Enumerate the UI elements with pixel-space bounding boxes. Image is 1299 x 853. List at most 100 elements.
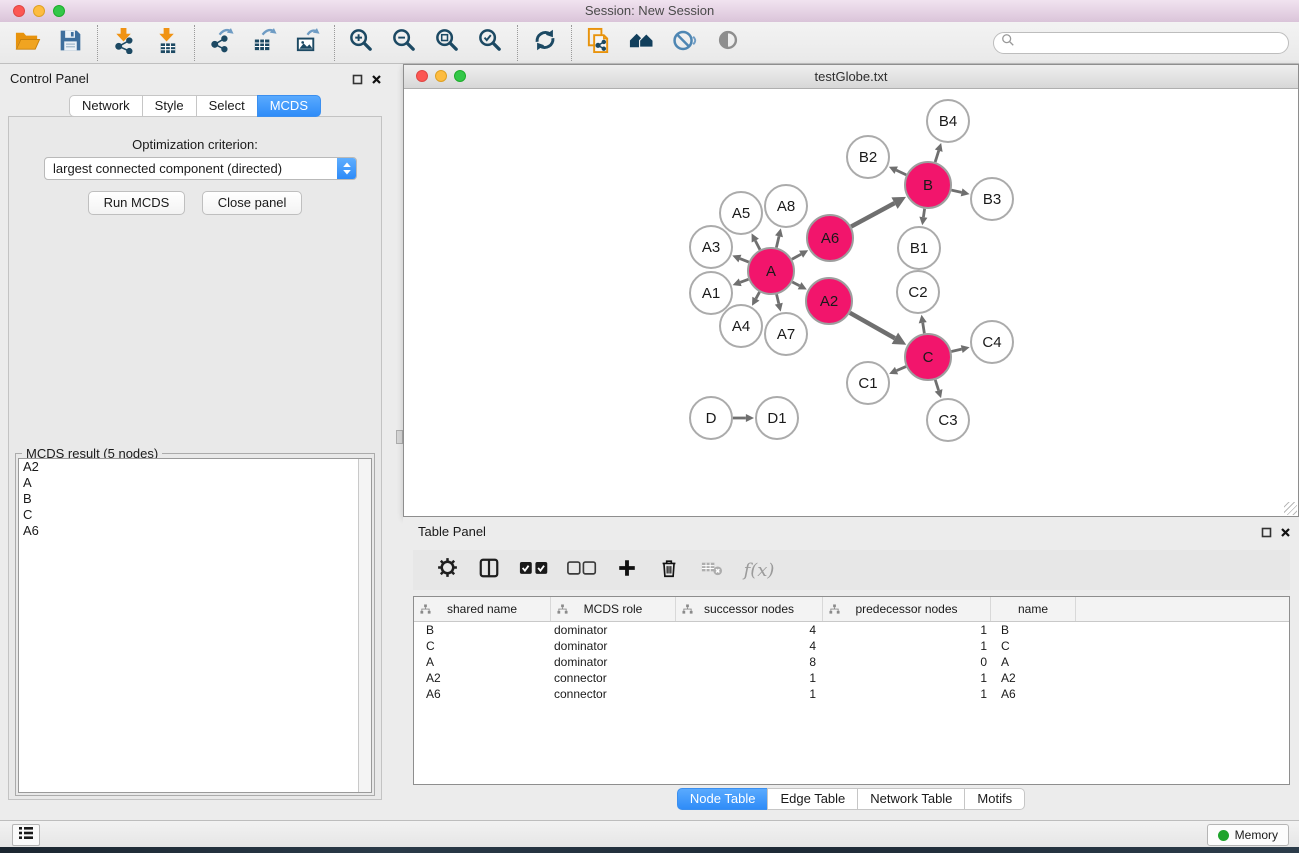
select-all-button[interactable] [517,555,551,585]
graph-node-B2[interactable]: B2 [847,136,889,178]
hide-selected-button[interactable] [663,25,706,61]
zoom-out-button[interactable] [383,25,426,61]
import-network-button[interactable] [103,25,146,61]
export-image-button[interactable] [286,25,329,61]
tab-style[interactable]: Style [142,95,197,117]
column-header-successor-nodes[interactable]: successor nodes [676,597,823,621]
export-network-button[interactable] [200,25,243,61]
graph-node-C4[interactable]: C4 [971,321,1013,363]
column-visibility-button[interactable] [475,555,503,585]
graph-edge[interactable] [919,209,927,225]
add-column-button[interactable] [613,555,641,585]
graph-node-A2[interactable]: A2 [806,278,852,324]
export-table-button[interactable] [243,25,286,61]
column-header-mcds-role[interactable]: MCDS role [551,597,676,621]
graph-node-A8[interactable]: A8 [765,185,807,227]
tab-edge-table[interactable]: Edge Table [767,788,858,810]
graph-node-A[interactable]: A [748,248,794,294]
column-header-name[interactable]: name [991,597,1076,621]
graph-node-B3[interactable]: B3 [971,178,1013,220]
tab-network[interactable]: Network [69,95,143,117]
graph-node-B1[interactable]: B1 [898,227,940,269]
graph-edge[interactable] [851,197,906,227]
graph-edge[interactable] [792,250,808,259]
search-input[interactable] [1019,35,1288,51]
import-table-button[interactable] [146,25,189,61]
result-list-scrollbar[interactable] [358,459,371,792]
graph-edge[interactable] [889,367,906,375]
graph-edge[interactable] [951,345,969,353]
vertical-split-handle[interactable] [396,430,403,444]
deselect-all-button[interactable] [565,555,599,585]
graph-node-A6[interactable]: A6 [807,215,853,261]
table-row[interactable]: Bdominator41B [414,622,1289,638]
tab-select[interactable]: Select [196,95,258,117]
search-field[interactable] [993,32,1289,54]
mcds-result-item[interactable]: A [19,475,371,491]
show-graphics-details-button[interactable] [706,25,749,61]
graph-node-B4[interactable]: B4 [927,100,969,142]
graph-node-A5[interactable]: A5 [720,192,762,234]
graph-edge[interactable] [775,294,783,311]
optimization-criterion-select[interactable]: largest connected component (directed) [44,157,357,180]
table-row[interactable]: Adominator80A [414,654,1289,670]
tab-mcds[interactable]: MCDS [257,95,321,117]
close-panel-icon[interactable] [371,72,382,90]
graph-node-A7[interactable]: A7 [765,313,807,355]
table-settings-button[interactable] [433,555,461,585]
function-builder-button[interactable]: f(x) [739,555,779,585]
column-header-predecessor-nodes[interactable]: predecessor nodes [823,597,991,621]
graph-edge[interactable] [889,166,906,174]
column-header-shared-name[interactable]: shared name [414,597,551,621]
float-panel-icon[interactable] [352,72,363,90]
graph-edge[interactable] [935,143,943,162]
open-file-button[interactable] [6,25,49,61]
delete-column-button[interactable] [655,555,683,585]
tab-node-table[interactable]: Node Table [677,788,769,810]
graph-edge[interactable] [951,188,969,196]
run-mcds-button[interactable]: Run MCDS [88,191,186,215]
graph-node-A3[interactable]: A3 [690,226,732,268]
graph-edge[interactable] [732,255,748,263]
graph-edge[interactable] [792,282,806,289]
graph-node-A4[interactable]: A4 [720,305,762,347]
graph-svg[interactable]: B4B2BB3A5A8A6B1A3AC2A1A2A4A7C4CC1DD1C3 [405,89,1297,516]
network-canvas[interactable]: B4B2BB3A5A8A6B1A3AC2A1A2A4A7C4CC1DD1C3 [405,89,1297,515]
table-row[interactable]: A2connector11A2 [414,670,1289,686]
graph-node-C1[interactable]: C1 [847,362,889,404]
graph-node-C2[interactable]: C2 [897,271,939,313]
delete-table-button[interactable] [697,555,725,585]
graph-edge[interactable] [775,228,783,247]
graph-edge[interactable] [919,315,927,334]
memory-button[interactable]: Memory [1207,824,1289,846]
mcds-result-list[interactable]: A2ABCA6 [18,458,372,793]
table-row[interactable]: Cdominator41C [414,638,1289,654]
mcds-result-item[interactable]: A2 [19,459,371,475]
tab-network-table[interactable]: Network Table [857,788,965,810]
task-history-button[interactable] [12,824,40,846]
graph-edge[interactable] [850,313,906,345]
graph-node-D[interactable]: D [690,397,732,439]
float-panel-icon[interactable] [1261,525,1272,543]
graph-edge[interactable] [752,292,759,306]
graph-edge[interactable] [752,233,760,249]
zoom-fit-button[interactable] [426,25,469,61]
mcds-result-item[interactable]: C [19,507,371,523]
refresh-button[interactable] [523,25,566,61]
zoom-selected-button[interactable] [469,25,512,61]
graph-edge[interactable] [733,414,754,422]
graph-node-C[interactable]: C [905,334,951,380]
mcds-result-item[interactable]: A6 [19,523,371,539]
graph-node-C3[interactable]: C3 [927,399,969,441]
close-panel-icon[interactable] [1280,525,1291,543]
zoom-in-button[interactable] [340,25,383,61]
window-resize-grip[interactable] [1284,502,1297,515]
close-panel-button[interactable]: Close panel [202,191,303,215]
graph-edge[interactable] [733,278,749,286]
first-neighbors-button[interactable] [620,25,663,61]
new-network-from-selection-button[interactable] [577,25,620,61]
graph-edge[interactable] [935,380,943,398]
graph-node-D1[interactable]: D1 [756,397,798,439]
save-session-button[interactable] [49,25,92,61]
graph-node-A1[interactable]: A1 [690,272,732,314]
